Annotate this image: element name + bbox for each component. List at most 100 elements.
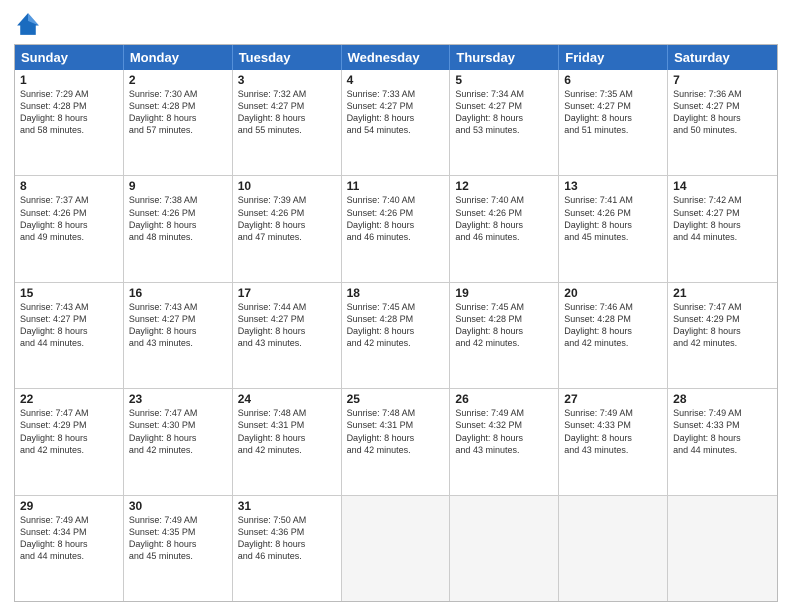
day-info: Sunrise: 7:35 AM Sunset: 4:27 PM Dayligh… xyxy=(564,88,662,137)
cal-week-1: 1Sunrise: 7:29 AM Sunset: 4:28 PM Daylig… xyxy=(15,70,777,175)
day-info: Sunrise: 7:45 AM Sunset: 4:28 PM Dayligh… xyxy=(455,301,553,350)
day-number: 13 xyxy=(564,179,662,193)
calendar-body: 1Sunrise: 7:29 AM Sunset: 4:28 PM Daylig… xyxy=(15,70,777,601)
cal-cell: 8Sunrise: 7:37 AM Sunset: 4:26 PM Daylig… xyxy=(15,176,124,281)
cal-cell: 1Sunrise: 7:29 AM Sunset: 4:28 PM Daylig… xyxy=(15,70,124,175)
day-number: 27 xyxy=(564,392,662,406)
cal-cell: 11Sunrise: 7:40 AM Sunset: 4:26 PM Dayli… xyxy=(342,176,451,281)
cal-header-saturday: Saturday xyxy=(668,45,777,70)
cal-week-2: 8Sunrise: 7:37 AM Sunset: 4:26 PM Daylig… xyxy=(15,175,777,281)
cal-cell: 31Sunrise: 7:50 AM Sunset: 4:36 PM Dayli… xyxy=(233,496,342,601)
cal-cell: 28Sunrise: 7:49 AM Sunset: 4:33 PM Dayli… xyxy=(668,389,777,494)
day-info: Sunrise: 7:48 AM Sunset: 4:31 PM Dayligh… xyxy=(347,407,445,456)
cal-cell: 22Sunrise: 7:47 AM Sunset: 4:29 PM Dayli… xyxy=(15,389,124,494)
day-number: 22 xyxy=(20,392,118,406)
cal-cell: 4Sunrise: 7:33 AM Sunset: 4:27 PM Daylig… xyxy=(342,70,451,175)
day-info: Sunrise: 7:32 AM Sunset: 4:27 PM Dayligh… xyxy=(238,88,336,137)
cal-cell: 10Sunrise: 7:39 AM Sunset: 4:26 PM Dayli… xyxy=(233,176,342,281)
day-info: Sunrise: 7:49 AM Sunset: 4:34 PM Dayligh… xyxy=(20,514,118,563)
day-number: 28 xyxy=(673,392,772,406)
day-number: 5 xyxy=(455,73,553,87)
header xyxy=(14,10,778,38)
cal-cell: 18Sunrise: 7:45 AM Sunset: 4:28 PM Dayli… xyxy=(342,283,451,388)
cal-cell: 14Sunrise: 7:42 AM Sunset: 4:27 PM Dayli… xyxy=(668,176,777,281)
day-number: 14 xyxy=(673,179,772,193)
day-info: Sunrise: 7:47 AM Sunset: 4:29 PM Dayligh… xyxy=(673,301,772,350)
day-info: Sunrise: 7:43 AM Sunset: 4:27 PM Dayligh… xyxy=(129,301,227,350)
day-info: Sunrise: 7:50 AM Sunset: 4:36 PM Dayligh… xyxy=(238,514,336,563)
cal-cell xyxy=(668,496,777,601)
day-number: 26 xyxy=(455,392,553,406)
day-info: Sunrise: 7:49 AM Sunset: 4:32 PM Dayligh… xyxy=(455,407,553,456)
cal-cell: 25Sunrise: 7:48 AM Sunset: 4:31 PM Dayli… xyxy=(342,389,451,494)
day-info: Sunrise: 7:38 AM Sunset: 4:26 PM Dayligh… xyxy=(129,194,227,243)
day-number: 10 xyxy=(238,179,336,193)
cal-cell: 27Sunrise: 7:49 AM Sunset: 4:33 PM Dayli… xyxy=(559,389,668,494)
day-info: Sunrise: 7:37 AM Sunset: 4:26 PM Dayligh… xyxy=(20,194,118,243)
day-number: 12 xyxy=(455,179,553,193)
cal-cell: 13Sunrise: 7:41 AM Sunset: 4:26 PM Dayli… xyxy=(559,176,668,281)
day-info: Sunrise: 7:40 AM Sunset: 4:26 PM Dayligh… xyxy=(347,194,445,243)
cal-cell: 20Sunrise: 7:46 AM Sunset: 4:28 PM Dayli… xyxy=(559,283,668,388)
day-info: Sunrise: 7:29 AM Sunset: 4:28 PM Dayligh… xyxy=(20,88,118,137)
cal-cell: 17Sunrise: 7:44 AM Sunset: 4:27 PM Dayli… xyxy=(233,283,342,388)
day-number: 19 xyxy=(455,286,553,300)
day-number: 17 xyxy=(238,286,336,300)
day-number: 2 xyxy=(129,73,227,87)
day-info: Sunrise: 7:39 AM Sunset: 4:26 PM Dayligh… xyxy=(238,194,336,243)
cal-cell: 9Sunrise: 7:38 AM Sunset: 4:26 PM Daylig… xyxy=(124,176,233,281)
day-number: 29 xyxy=(20,499,118,513)
page: SundayMondayTuesdayWednesdayThursdayFrid… xyxy=(0,0,792,612)
day-number: 16 xyxy=(129,286,227,300)
cal-cell: 5Sunrise: 7:34 AM Sunset: 4:27 PM Daylig… xyxy=(450,70,559,175)
day-number: 8 xyxy=(20,179,118,193)
calendar-header-row: SundayMondayTuesdayWednesdayThursdayFrid… xyxy=(15,45,777,70)
cal-cell: 3Sunrise: 7:32 AM Sunset: 4:27 PM Daylig… xyxy=(233,70,342,175)
cal-cell: 7Sunrise: 7:36 AM Sunset: 4:27 PM Daylig… xyxy=(668,70,777,175)
day-number: 20 xyxy=(564,286,662,300)
day-number: 3 xyxy=(238,73,336,87)
cal-cell: 2Sunrise: 7:30 AM Sunset: 4:28 PM Daylig… xyxy=(124,70,233,175)
cal-week-5: 29Sunrise: 7:49 AM Sunset: 4:34 PM Dayli… xyxy=(15,495,777,601)
day-number: 7 xyxy=(673,73,772,87)
cal-cell xyxy=(450,496,559,601)
day-info: Sunrise: 7:48 AM Sunset: 4:31 PM Dayligh… xyxy=(238,407,336,456)
cal-cell xyxy=(559,496,668,601)
day-number: 21 xyxy=(673,286,772,300)
day-info: Sunrise: 7:40 AM Sunset: 4:26 PM Dayligh… xyxy=(455,194,553,243)
day-number: 9 xyxy=(129,179,227,193)
day-number: 31 xyxy=(238,499,336,513)
day-number: 1 xyxy=(20,73,118,87)
day-info: Sunrise: 7:49 AM Sunset: 4:33 PM Dayligh… xyxy=(564,407,662,456)
day-number: 4 xyxy=(347,73,445,87)
cal-cell: 12Sunrise: 7:40 AM Sunset: 4:26 PM Dayli… xyxy=(450,176,559,281)
day-number: 23 xyxy=(129,392,227,406)
day-info: Sunrise: 7:47 AM Sunset: 4:29 PM Dayligh… xyxy=(20,407,118,456)
day-info: Sunrise: 7:46 AM Sunset: 4:28 PM Dayligh… xyxy=(564,301,662,350)
day-info: Sunrise: 7:44 AM Sunset: 4:27 PM Dayligh… xyxy=(238,301,336,350)
cal-cell: 19Sunrise: 7:45 AM Sunset: 4:28 PM Dayli… xyxy=(450,283,559,388)
cal-week-3: 15Sunrise: 7:43 AM Sunset: 4:27 PM Dayli… xyxy=(15,282,777,388)
day-info: Sunrise: 7:34 AM Sunset: 4:27 PM Dayligh… xyxy=(455,88,553,137)
cal-cell: 26Sunrise: 7:49 AM Sunset: 4:32 PM Dayli… xyxy=(450,389,559,494)
logo xyxy=(14,10,46,38)
day-number: 18 xyxy=(347,286,445,300)
day-number: 15 xyxy=(20,286,118,300)
cal-cell: 15Sunrise: 7:43 AM Sunset: 4:27 PM Dayli… xyxy=(15,283,124,388)
cal-header-wednesday: Wednesday xyxy=(342,45,451,70)
day-info: Sunrise: 7:47 AM Sunset: 4:30 PM Dayligh… xyxy=(129,407,227,456)
day-info: Sunrise: 7:42 AM Sunset: 4:27 PM Dayligh… xyxy=(673,194,772,243)
day-number: 11 xyxy=(347,179,445,193)
cal-cell: 29Sunrise: 7:49 AM Sunset: 4:34 PM Dayli… xyxy=(15,496,124,601)
day-info: Sunrise: 7:36 AM Sunset: 4:27 PM Dayligh… xyxy=(673,88,772,137)
cal-cell: 30Sunrise: 7:49 AM Sunset: 4:35 PM Dayli… xyxy=(124,496,233,601)
cal-header-thursday: Thursday xyxy=(450,45,559,70)
calendar: SundayMondayTuesdayWednesdayThursdayFrid… xyxy=(14,44,778,602)
day-number: 6 xyxy=(564,73,662,87)
day-info: Sunrise: 7:49 AM Sunset: 4:35 PM Dayligh… xyxy=(129,514,227,563)
cal-header-friday: Friday xyxy=(559,45,668,70)
cal-cell xyxy=(342,496,451,601)
day-info: Sunrise: 7:43 AM Sunset: 4:27 PM Dayligh… xyxy=(20,301,118,350)
day-info: Sunrise: 7:45 AM Sunset: 4:28 PM Dayligh… xyxy=(347,301,445,350)
day-number: 30 xyxy=(129,499,227,513)
